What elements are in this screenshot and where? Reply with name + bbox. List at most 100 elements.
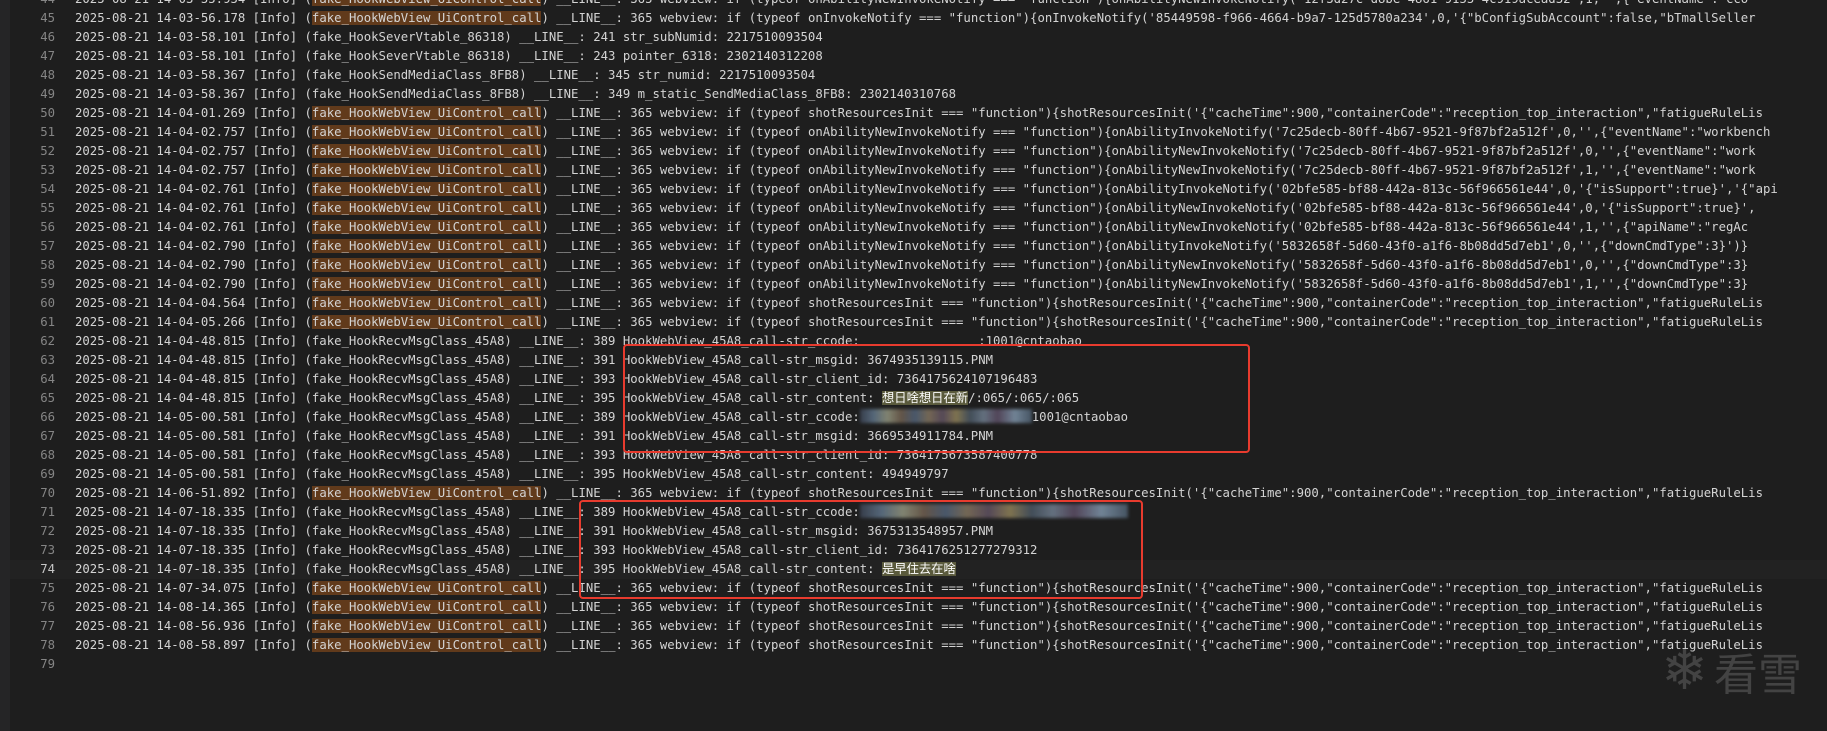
line-number: 55 bbox=[40, 201, 55, 215]
log-text: 2025-08-21 14-04-48.815 [Info] (fake_Hoo… bbox=[75, 391, 882, 405]
line-number: 49 bbox=[40, 87, 55, 101]
log-text: 2025-08-21 14-08-58.897 [Info] ( bbox=[75, 638, 312, 652]
log-line[interactable]: 44 2025-08-21 14-03-55.954 [Info] (fake_H… bbox=[10, 0, 1827, 9]
log-text: 2025-08-21 14-05-00.581 [Info] (fake_Hoo… bbox=[75, 410, 860, 424]
log-line[interactable]: 79 bbox=[10, 655, 1827, 674]
log-line[interactable]: 69 2025-08-21 14-05-00.581 [Info] (fake_H… bbox=[10, 465, 1827, 484]
log-line[interactable]: 57 2025-08-21 14-04-02.790 [Info] (fake_H… bbox=[10, 237, 1827, 256]
line-number: 58 bbox=[40, 258, 55, 272]
log-text: ) __LINE__: 365 webview: if (typeof onAb… bbox=[541, 239, 1749, 253]
log-text: ) __LINE__: 365 webview: if (typeof onAb… bbox=[541, 144, 1756, 158]
log-text: 2025-08-21 14-07-34.075 [Info] ( bbox=[75, 581, 312, 595]
log-line[interactable]: 45 2025-08-21 14-03-56.178 [Info] (fake_H… bbox=[10, 9, 1827, 28]
log-line[interactable]: 50 2025-08-21 14-04-01.269 [Info] (fake_H… bbox=[10, 104, 1827, 123]
log-text: 2025-08-21 14-04-48.815 [Info] (fake_Hoo… bbox=[75, 334, 1082, 348]
selected-text: 想日啥想日在新 bbox=[881, 391, 969, 405]
redacted-value bbox=[859, 504, 1128, 518]
line-number: 47 bbox=[40, 49, 55, 63]
log-text: ) __LINE__: 365 webview: if (typeof onAb… bbox=[541, 182, 1778, 196]
line-number: 66 bbox=[40, 410, 55, 424]
log-line[interactable]: 53 2025-08-21 14-04-02.757 [Info] (fake_H… bbox=[10, 161, 1827, 180]
line-number: 73 bbox=[40, 543, 55, 557]
log-line[interactable]: 61 2025-08-21 14-04-05.266 [Info] (fake_H… bbox=[10, 313, 1827, 332]
log-line[interactable]: 52 2025-08-21 14-04-02.757 [Info] (fake_H… bbox=[10, 142, 1827, 161]
log-line[interactable]: 65 2025-08-21 14-04-48.815 [Info] (fake_H… bbox=[10, 389, 1827, 408]
log-text: 2025-08-21 14-03-55.954 [Info] ( bbox=[75, 0, 312, 6]
log-text: ) __LINE__: 365 webview: if (typeof shot… bbox=[541, 296, 1763, 310]
line-number: 65 bbox=[40, 391, 55, 405]
log-line[interactable]: 60 2025-08-21 14-04-04.564 [Info] (fake_H… bbox=[10, 294, 1827, 313]
log-line[interactable]: 74 2025-08-21 14-07-18.335 [Info] (fake_H… bbox=[10, 560, 1827, 579]
log-line[interactable]: 46 2025-08-21 14-03-58.101 [Info] (fake_H… bbox=[10, 28, 1827, 47]
line-number: 68 bbox=[40, 448, 55, 462]
log-line[interactable]: 54 2025-08-21 14-04-02.761 [Info] (fake_H… bbox=[10, 180, 1827, 199]
log-text: ) __LINE__: 365 webview: if (typeof shot… bbox=[541, 581, 1763, 595]
line-number: 61 bbox=[40, 315, 55, 329]
log-line[interactable]: 67 2025-08-21 14-05-00.581 [Info] (fake_H… bbox=[10, 427, 1827, 446]
log-line[interactable]: 75 2025-08-21 14-07-34.075 [Info] (fake_H… bbox=[10, 579, 1827, 598]
log-line[interactable]: 64 2025-08-21 14-04-48.815 [Info] (fake_H… bbox=[10, 370, 1827, 389]
log-text: 2025-08-21 14-04-02.761 [Info] ( bbox=[75, 201, 312, 215]
log-line[interactable]: 51 2025-08-21 14-04-02.757 [Info] (fake_H… bbox=[10, 123, 1827, 142]
log-editor[interactable]: 442025-08-21 14-03-55.954 [Info] (fake_H… bbox=[0, 0, 1827, 731]
search-highlight: fake_HookWebView_UiControl_call bbox=[311, 600, 542, 614]
log-line[interactable]: 70 2025-08-21 14-06-51.892 [Info] (fake_H… bbox=[10, 484, 1827, 503]
log-text: 1001@cntaobao bbox=[1031, 410, 1129, 424]
log-text: 2025-08-21 14-04-02.757 [Info] ( bbox=[75, 125, 312, 139]
log-line[interactable]: 63 2025-08-21 14-04-48.815 [Info] (fake_H… bbox=[10, 351, 1827, 370]
line-number: 48 bbox=[40, 68, 55, 82]
search-highlight: fake_HookWebView_UiControl_call bbox=[311, 106, 542, 120]
selected-text: 是早住去在啥 bbox=[881, 562, 956, 576]
log-text: ) __LINE__: 365 webview: if (typeof shot… bbox=[541, 106, 1763, 120]
log-text: ) __LINE__: 365 webview: if (typeof onAb… bbox=[541, 163, 1756, 177]
log-lines[interactable]: 442025-08-21 14-03-55.954 [Info] (fake_H… bbox=[10, 0, 1827, 674]
log-line[interactable]: 68 2025-08-21 14-05-00.581 [Info] (fake_H… bbox=[10, 446, 1827, 465]
watermark-text: 看雪 bbox=[1714, 649, 1802, 701]
log-text: ) __LINE__: 365 webview: if (typeof shot… bbox=[541, 486, 1763, 500]
log-line[interactable]: 58 2025-08-21 14-04-02.790 [Info] (fake_H… bbox=[10, 256, 1827, 275]
log-text: ) __LINE__: 365 webview: if (typeof onAb… bbox=[541, 201, 1756, 215]
line-number: 62 bbox=[40, 334, 55, 348]
log-text: ) __LINE__: 365 webview: if (typeof onIn… bbox=[541, 11, 1756, 25]
log-line[interactable]: 59 2025-08-21 14-04-02.790 [Info] (fake_H… bbox=[10, 275, 1827, 294]
log-text: 2025-08-21 14-07-18.335 [Info] (fake_Hoo… bbox=[75, 562, 882, 576]
redacted-value bbox=[859, 409, 1032, 423]
log-text: 2025-08-21 14-07-18.335 [Info] (fake_Hoo… bbox=[75, 524, 994, 538]
search-highlight: fake_HookWebView_UiControl_call bbox=[311, 182, 542, 196]
log-line[interactable]: 62 2025-08-21 14-04-48.815 [Info] (fake_H… bbox=[10, 332, 1827, 351]
log-text: 2025-08-21 14-04-48.815 [Info] (fake_Hoo… bbox=[75, 353, 994, 367]
log-text: 2025-08-21 14-05-00.581 [Info] (fake_Hoo… bbox=[75, 429, 994, 443]
log-text: ) __LINE__: 365 webview: if (typeof shot… bbox=[541, 315, 1763, 329]
log-line[interactable]: 56 2025-08-21 14-04-02.761 [Info] (fake_H… bbox=[10, 218, 1827, 237]
search-highlight: fake_HookWebView_UiControl_call bbox=[311, 220, 542, 234]
log-text: 2025-08-21 14-05-00.581 [Info] (fake_Hoo… bbox=[75, 467, 949, 481]
log-line[interactable]: 76 2025-08-21 14-08-14.365 [Info] (fake_H… bbox=[10, 598, 1827, 617]
log-text: ) __LINE__: 365 webview: if (typeof shot… bbox=[541, 600, 1763, 614]
editor-left-gutter-bar bbox=[0, 0, 10, 731]
log-text: 2025-08-21 14-05-00.581 [Info] (fake_Hoo… bbox=[75, 448, 1038, 462]
log-text: 2025-08-21 14-04-02.757 [Info] ( bbox=[75, 144, 312, 158]
log-text: /:065/:065/:065 bbox=[968, 391, 1080, 405]
line-number: 52 bbox=[40, 144, 55, 158]
log-line[interactable]: 55 2025-08-21 14-04-02.761 [Info] (fake_H… bbox=[10, 199, 1827, 218]
line-number: 64 bbox=[40, 372, 55, 386]
line-number: 56 bbox=[40, 220, 55, 234]
log-line[interactable]: 71 2025-08-21 14-07-18.335 [Info] (fake_H… bbox=[10, 503, 1827, 522]
search-highlight: fake_HookWebView_UiControl_call bbox=[311, 0, 542, 6]
search-highlight: fake_HookWebView_UiControl_call bbox=[311, 239, 542, 253]
log-line[interactable]: 47 2025-08-21 14-03-58.101 [Info] (fake_H… bbox=[10, 47, 1827, 66]
line-number: 74 bbox=[40, 562, 55, 576]
log-text: ) __LINE__: 365 webview: if (typeof shot… bbox=[541, 619, 1763, 633]
log-line[interactable]: 72 2025-08-21 14-07-18.335 [Info] (fake_H… bbox=[10, 522, 1827, 541]
log-line[interactable]: 73 2025-08-21 14-07-18.335 [Info] (fake_H… bbox=[10, 541, 1827, 560]
line-number: 51 bbox=[40, 125, 55, 139]
log-text: 2025-08-21 14-04-04.564 [Info] ( bbox=[75, 296, 312, 310]
log-text: 2025-08-21 14-04-02.757 [Info] ( bbox=[75, 163, 312, 177]
log-line[interactable]: 48 2025-08-21 14-03-58.367 [Info] (fake_H… bbox=[10, 66, 1827, 85]
log-text: 2025-08-21 14-04-01.269 [Info] ( bbox=[75, 106, 312, 120]
log-line[interactable]: 49 2025-08-21 14-03-58.367 [Info] (fake_H… bbox=[10, 85, 1827, 104]
log-text: 2025-08-21 14-04-02.761 [Info] ( bbox=[75, 182, 312, 196]
log-line[interactable]: 77 2025-08-21 14-08-56.936 [Info] (fake_H… bbox=[10, 617, 1827, 636]
log-line[interactable]: 78 2025-08-21 14-08-58.897 [Info] (fake_H… bbox=[10, 636, 1827, 655]
log-line[interactable]: 66 2025-08-21 14-05-00.581 [Info] (fake_H… bbox=[10, 408, 1827, 427]
